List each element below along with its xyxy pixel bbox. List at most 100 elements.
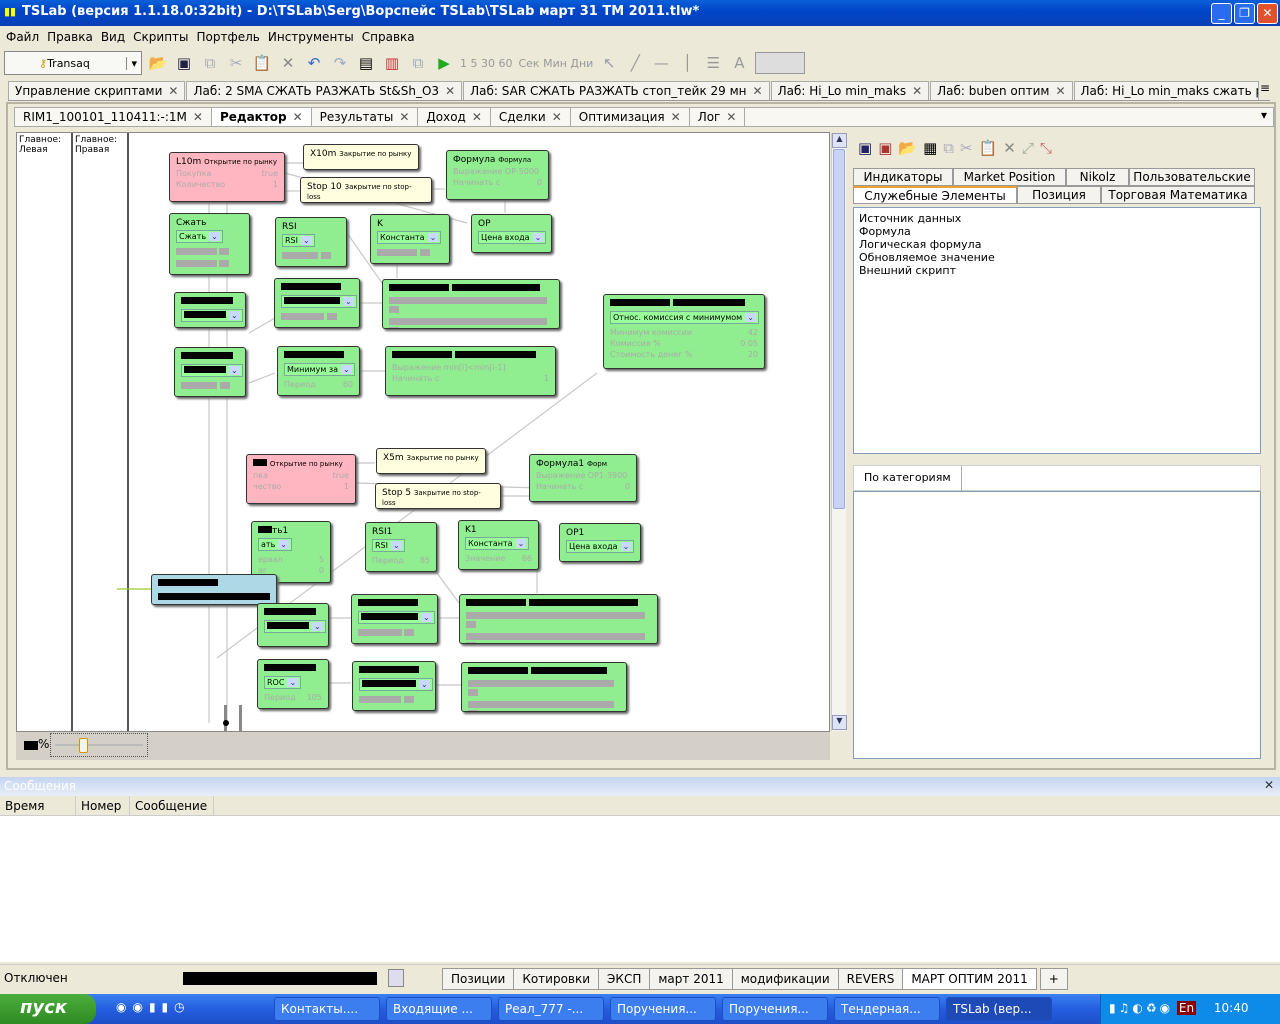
close-icon[interactable]: ✕: [1264, 778, 1274, 792]
list-item[interactable]: Источник данных: [859, 212, 1255, 225]
delete-icon[interactable]: ✕: [1003, 139, 1016, 157]
tab-by-category[interactable]: По категориям: [854, 466, 962, 491]
tab-log[interactable]: Лог ✕: [690, 108, 746, 126]
cut-icon[interactable]: ✂: [226, 53, 246, 73]
column-time[interactable]: Время: [0, 796, 76, 815]
tab-editor[interactable]: Редактор ✕: [211, 108, 312, 126]
delete-icon[interactable]: ✕: [278, 53, 298, 73]
diagram-node[interactable]: L10m Открытие по рынку Покупка true Количес…: [169, 152, 285, 202]
menu-view[interactable]: Вид: [101, 27, 131, 47]
diagram-icon[interactable]: ⧉: [408, 53, 428, 73]
diagram-node[interactable]: ⌄: [351, 594, 438, 644]
node-select[interactable]: Сжать ⌄: [176, 230, 223, 243]
diagram-node[interactable]: OP1 Цена входа ⌄: [559, 523, 641, 562]
node-select[interactable]: ⌄: [359, 678, 433, 691]
tray-icons[interactable]: ▮♫◐♻◉: [1109, 1001, 1173, 1015]
doc-tab[interactable]: Лаб: 2 SMA СЖАТЬ РАЗЖАТЬ St&Sh_O3 ✕: [186, 81, 463, 100]
node-select[interactable]: ROC ⌄: [264, 676, 302, 689]
taskbar-item-active[interactable]: TSLab (вер...: [946, 997, 1052, 1021]
diagram-node[interactable]: [461, 662, 627, 712]
tab-data[interactable]: RIM1_100101_110411:-:1M ✕: [15, 108, 212, 126]
cut-icon[interactable]: ✂: [960, 139, 973, 157]
line-icon[interactable]: ╱: [625, 53, 645, 73]
close-icon[interactable]: ✕: [1055, 84, 1065, 98]
diagram-node[interactable]: [382, 279, 560, 329]
close-icon[interactable]: ✕: [168, 84, 178, 98]
list-item[interactable]: Логическая формула: [859, 238, 1255, 251]
doc-tab[interactable]: Управление скриптами ✕: [8, 81, 186, 100]
diagram-node[interactable]: Открытие по рынку пка true чество 1: [246, 454, 356, 504]
connect-icon[interactable]: ⤢: [1022, 139, 1034, 157]
node-select[interactable]: ⌄: [264, 620, 326, 633]
column-number[interactable]: Номер: [76, 796, 130, 815]
close-icon[interactable]: ✕: [753, 84, 763, 98]
scroll-thumb[interactable]: [833, 149, 845, 509]
language-indicator[interactable]: En: [1176, 1001, 1197, 1015]
tab-optimization[interactable]: Оптимизация ✕: [571, 108, 690, 126]
node-select[interactable]: ⌄: [358, 611, 435, 624]
diagram-node[interactable]: Формула Формула Выражение OP-5000 Начинать…: [446, 150, 549, 200]
diagram-node[interactable]: ROC ⌄ Период 105: [257, 659, 329, 709]
diagram-node[interactable]: [459, 594, 658, 644]
diagram-node[interactable]: ⌄: [352, 661, 436, 711]
node-select[interactable]: ⌄: [281, 295, 357, 308]
taskbar-item[interactable]: Реал_777 -...: [498, 997, 604, 1021]
doc-tab[interactable]: Лаб: Hi_Lo min_maks сжать разжать2-29: [1073, 81, 1259, 100]
close-icon[interactable]: ✕: [445, 84, 455, 98]
diagram-node[interactable]: ⌄: [174, 292, 246, 328]
node-select[interactable]: Относ. комиссия с минимумом ⌄: [610, 311, 759, 324]
diagram-node[interactable]: Stop 5 Закрытие по stop-loss: [375, 483, 501, 509]
tab-position[interactable]: Позиция: [1017, 186, 1101, 204]
timeframe-values[interactable]: 1 5 30 60: [460, 57, 512, 70]
copy-icon[interactable]: ⧉: [200, 53, 220, 73]
node-select[interactable]: Цена входа ⌄: [478, 231, 547, 244]
diagram-node[interactable]: K Константа ⌄: [370, 214, 450, 264]
tab-nikolz[interactable]: Nikolz: [1066, 168, 1129, 186]
menu-portfolio[interactable]: Портфель: [197, 27, 266, 47]
tab-service-elements[interactable]: Служебные Элементы: [853, 186, 1017, 204]
node-select[interactable]: ать ⌄: [258, 538, 292, 551]
ws-tab[interactable]: REVERS: [837, 968, 904, 990]
vertical-scrollbar[interactable]: ▲ ▼: [831, 133, 847, 731]
taskbar-item[interactable]: Контакты....: [274, 997, 380, 1021]
vline-icon[interactable]: │: [677, 53, 697, 73]
menu-file[interactable]: Файл: [6, 27, 45, 47]
diagram-node[interactable]: X5m Закрытие по рынку: [376, 448, 486, 474]
ws-tab[interactable]: Котировки: [513, 968, 600, 990]
diagram-node[interactable]: Формула1 Форм Выражение OP1-3900 Начинать …: [529, 454, 637, 502]
tab-list-icon[interactable]: ▾: [1261, 108, 1273, 126]
copy-icon[interactable]: ⧉: [943, 139, 954, 157]
paste-icon[interactable]: 📋: [252, 53, 272, 73]
tab-income[interactable]: Доход ✕: [418, 108, 491, 126]
color-select[interactable]: [755, 52, 806, 74]
diagram-node[interactable]: Stop 10 Закрытие по stop-loss: [300, 177, 432, 203]
script-editor-canvas[interactable]: Главное: Левая Главное: Правая L10m Открыт…: [16, 132, 830, 732]
close-icon[interactable]: ✕: [472, 110, 482, 124]
taskbar-item[interactable]: Входящие ...: [386, 997, 492, 1021]
tab-results[interactable]: Результаты ✕: [312, 108, 419, 126]
diagram-node[interactable]: Сжать Сжать ⌄: [169, 213, 250, 275]
run-icon[interactable]: ▶: [434, 53, 454, 73]
save-as-icon[interactable]: ▣: [878, 139, 892, 157]
chart-icon[interactable]: ▥: [382, 53, 402, 73]
node-select[interactable]: Константа ⌄: [377, 231, 442, 244]
diagram-node[interactable]: Минимум за ⌄ Период 60: [277, 346, 360, 396]
scroll-down-button[interactable]: ▼: [832, 715, 847, 730]
close-icon[interactable]: ✕: [671, 110, 681, 124]
ws-tab[interactable]: ЭКСП: [598, 968, 651, 990]
quick-launch-icons[interactable]: ◉◉▮▮◷: [116, 1000, 191, 1014]
taskbar-item[interactable]: Поручения...: [610, 997, 716, 1021]
diagram-node[interactable]: Выражение min[i]<min[i-1] Начинать с1: [385, 346, 556, 396]
tab-trade-math[interactable]: Торговая Математика: [1101, 186, 1255, 204]
hline-icon[interactable]: —: [651, 53, 671, 73]
close-button[interactable]: ✕: [1257, 3, 1278, 24]
add-tab-button[interactable]: +: [1039, 968, 1068, 990]
ws-tab[interactable]: модификации: [731, 968, 839, 990]
save-icon[interactable]: ▣: [858, 139, 872, 157]
timeframe-units[interactable]: Сек Мин Дни: [518, 57, 593, 70]
diagram-node[interactable]: K1 Константа ⌄ Значение 66: [458, 520, 539, 570]
close-icon[interactable]: ✕: [293, 110, 303, 124]
doc-tab[interactable]: Лаб: Hi_Lo min_maks ✕: [770, 81, 930, 100]
minimize-button[interactable]: _: [1211, 3, 1232, 24]
undo-icon[interactable]: ↶: [304, 53, 324, 73]
